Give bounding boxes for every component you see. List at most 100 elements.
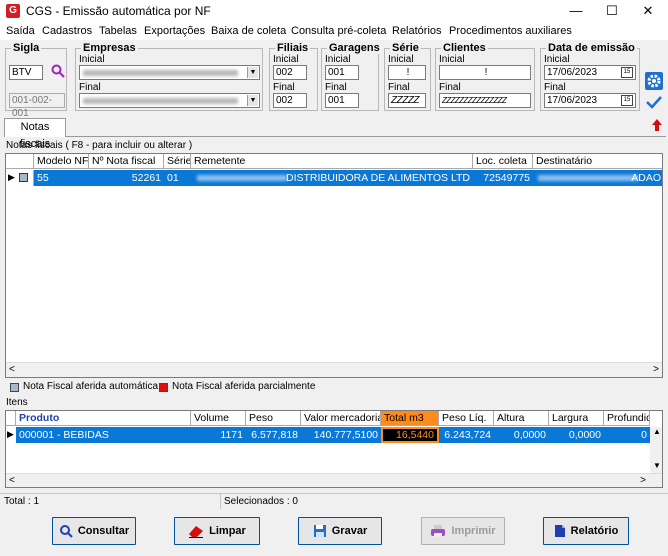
settings-button[interactable] bbox=[645, 72, 663, 90]
menu-consulta-pre-coleta[interactable]: Consulta pré-coleta bbox=[291, 25, 386, 37]
cell-produto: 000001 - BEBIDAS bbox=[19, 429, 109, 441]
data-final-value: 17/06/2023 bbox=[547, 95, 598, 106]
search-icon[interactable] bbox=[50, 63, 66, 79]
table-row[interactable]: 000001 - BEBIDAS 1171 6.577,818 140.777,… bbox=[16, 427, 650, 443]
relatorio-button[interactable]: Relatório bbox=[543, 517, 629, 545]
notas-row-indicator[interactable]: ▶ bbox=[6, 170, 34, 186]
horizontal-scrollbar[interactable]: < > bbox=[6, 473, 662, 487]
itens-row-indicator[interactable]: ▶ bbox=[6, 427, 16, 443]
menu-procedimentos-auxiliares[interactable]: Procedimentos auxiliares bbox=[449, 25, 572, 37]
menu-bar: Saída Cadastros Tabelas Exportações Baix… bbox=[0, 22, 668, 40]
cell-altura: 0,0000 bbox=[513, 429, 546, 441]
cliente-inicial-input[interactable]: ! bbox=[439, 65, 531, 80]
status-selecionados: Selecionados : 0 bbox=[224, 496, 298, 507]
save-icon bbox=[313, 525, 326, 537]
data-inicial-field[interactable]: 17/06/2023 15 bbox=[544, 65, 636, 80]
col-remetente[interactable]: Remetente bbox=[191, 154, 473, 169]
menu-tabelas[interactable]: Tabelas bbox=[99, 25, 137, 37]
cell-destinatario: ADAO bbox=[631, 172, 661, 184]
close-button[interactable]: ✕ bbox=[630, 0, 666, 22]
menu-relatorios[interactable]: Relatórios bbox=[392, 25, 442, 37]
notas-caption: Notas fiscais ( F8 - para incluir ou alt… bbox=[6, 140, 193, 151]
itens-caption: Itens bbox=[6, 397, 28, 408]
imprimir-label: Imprimir bbox=[451, 525, 496, 537]
gravar-button[interactable]: Gravar bbox=[298, 517, 382, 545]
vertical-scrollbar[interactable]: ▲ ▼ bbox=[650, 427, 662, 473]
empresa-final-select[interactable]: ▼ bbox=[79, 93, 260, 108]
serie-group: Série Inicial ! Final ZZZZZ bbox=[384, 42, 431, 111]
table-row[interactable]: 55 52261 01 DISTRIBUIDORA DE ALIMENTOS L… bbox=[34, 170, 662, 186]
scroll-right-icon[interactable]: > bbox=[653, 364, 659, 375]
row-pointer-icon: ▶ bbox=[8, 172, 15, 182]
tab-notas-fiscais[interactable]: Notas fiscais bbox=[4, 118, 66, 150]
chevron-down-icon[interactable]: ▼ bbox=[247, 67, 258, 78]
scroll-left-icon[interactable]: < bbox=[9, 475, 15, 486]
limpar-button[interactable]: Limpar bbox=[174, 517, 260, 545]
menu-exportacoes[interactable]: Exportações bbox=[144, 25, 205, 37]
sigla-code-field: 001-002-001 bbox=[9, 93, 65, 119]
data-final-field[interactable]: 17/06/2023 15 bbox=[544, 93, 636, 108]
data-emissao-label: Data de emissão bbox=[546, 42, 637, 54]
empresas-final-label: Final bbox=[79, 82, 101, 93]
imprimir-button[interactable]: Imprimir bbox=[421, 517, 505, 545]
menu-baixa-coleta[interactable]: Baixa de coleta bbox=[211, 25, 286, 37]
filial-inicial-input[interactable]: 002 bbox=[273, 65, 307, 80]
data-final-label: Final bbox=[544, 82, 566, 93]
col-numero-nf[interactable]: Nº Nota fiscal bbox=[89, 154, 164, 169]
scroll-left-icon[interactable]: < bbox=[9, 364, 15, 375]
cell-peso-liq: 6.243,724 bbox=[444, 429, 491, 441]
garagem-final-input[interactable]: 001 bbox=[325, 93, 359, 108]
status-square-icon bbox=[19, 173, 28, 182]
row-indicator-header bbox=[6, 154, 34, 169]
checkmark-icon[interactable] bbox=[645, 94, 663, 110]
sigla-input[interactable]: BTV bbox=[9, 65, 43, 80]
horizontal-scrollbar[interactable]: < > bbox=[6, 362, 662, 377]
col-total-m3[interactable]: Total m3 bbox=[381, 411, 439, 426]
cliente-final-input[interactable]: ZZZZZZZZZZZZZZZ bbox=[439, 93, 531, 108]
cell-total-m3: 16,5440 bbox=[381, 427, 439, 443]
cell-profundidade: 0 bbox=[641, 429, 647, 441]
redacted-text bbox=[83, 98, 238, 104]
cell-loc-coleta: 72549775 bbox=[483, 172, 530, 184]
filial-final-input[interactable]: 002 bbox=[273, 93, 307, 108]
status-divider bbox=[220, 494, 221, 509]
redacted-text bbox=[83, 70, 238, 76]
maximize-button[interactable]: ☐ bbox=[594, 0, 630, 22]
data-inicial-value: 17/06/2023 bbox=[547, 67, 598, 78]
menu-cadastros[interactable]: Cadastros bbox=[42, 25, 92, 37]
scroll-right-icon[interactable]: > bbox=[640, 475, 646, 486]
calendar-icon[interactable]: 15 bbox=[621, 67, 633, 78]
col-valor-mercadoria[interactable]: Valor mercadoria bbox=[301, 411, 381, 426]
col-loc-coleta[interactable]: Loc. coleta bbox=[473, 154, 533, 169]
consultar-button[interactable]: Consultar bbox=[52, 517, 136, 545]
col-volume[interactable]: Volume bbox=[191, 411, 246, 426]
col-modelo-nf[interactable]: Modelo NF bbox=[34, 154, 89, 169]
col-largura[interactable]: Largura bbox=[549, 411, 604, 426]
scroll-down-icon[interactable]: ▼ bbox=[653, 461, 661, 470]
serie-final-input[interactable]: ZZZZZ bbox=[388, 93, 426, 108]
col-destinatario[interactable]: Destinatário bbox=[533, 154, 662, 169]
col-profundidade[interactable]: Profundid bbox=[604, 411, 650, 426]
status-total: Total : 1 bbox=[4, 496, 40, 507]
col-altura[interactable]: Altura bbox=[494, 411, 549, 426]
col-peso[interactable]: Peso bbox=[246, 411, 301, 426]
garagem-inicial-input[interactable]: 001 bbox=[325, 65, 359, 80]
filiais-group: Filiais Inicial 002 Final 002 bbox=[269, 42, 318, 111]
scroll-up-icon[interactable]: ▲ bbox=[653, 427, 661, 436]
col-peso-liq[interactable]: Peso Líq. bbox=[439, 411, 494, 426]
report-icon bbox=[554, 525, 565, 537]
arrow-up-icon[interactable] bbox=[651, 118, 663, 132]
col-serie[interactable]: Série bbox=[164, 154, 191, 169]
cell-modelo: 55 bbox=[37, 172, 49, 184]
cell-valor: 140.777,5100 bbox=[313, 429, 378, 441]
serie-inicial-input[interactable]: ! bbox=[388, 65, 426, 80]
calendar-icon[interactable]: 15 bbox=[621, 95, 633, 106]
cell-remetente: DISTRIBUIDORA DE ALIMENTOS LTD bbox=[286, 172, 470, 184]
search-icon bbox=[59, 525, 73, 538]
col-produto[interactable]: Produto bbox=[16, 411, 191, 426]
menu-saida[interactable]: Saída bbox=[6, 25, 35, 37]
sigla-group: Sigla BTV 001-002-001 bbox=[5, 42, 67, 119]
chevron-down-icon[interactable]: ▼ bbox=[247, 95, 258, 106]
empresa-inicial-select[interactable]: ▼ bbox=[79, 65, 260, 80]
minimize-button[interactable]: — bbox=[558, 0, 594, 22]
